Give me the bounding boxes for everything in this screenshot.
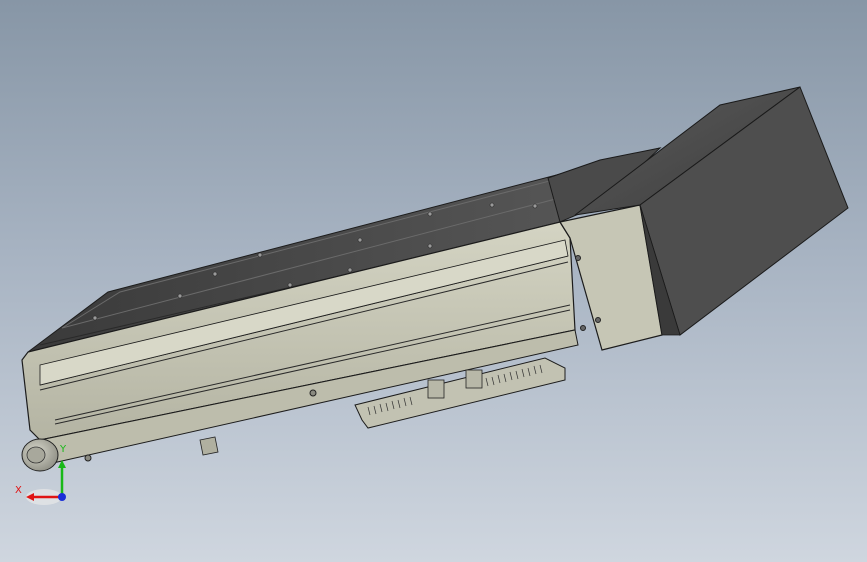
lower-bolt xyxy=(84,454,92,462)
mount-bracket xyxy=(199,436,219,456)
end-plate-bolt xyxy=(595,317,601,323)
triad-y-label: Y xyxy=(60,444,67,455)
end-cap-roller-inner xyxy=(26,446,46,464)
model-3d-view[interactable] xyxy=(0,0,867,562)
lower-bolt xyxy=(309,389,317,397)
triad-x-label: X xyxy=(15,485,22,496)
connector-block xyxy=(427,379,445,399)
graphics-viewport[interactable]: X Y xyxy=(0,0,867,562)
end-plate-bolt xyxy=(580,325,586,331)
connector-block xyxy=(465,369,483,389)
end-plate-bolt xyxy=(575,255,581,261)
